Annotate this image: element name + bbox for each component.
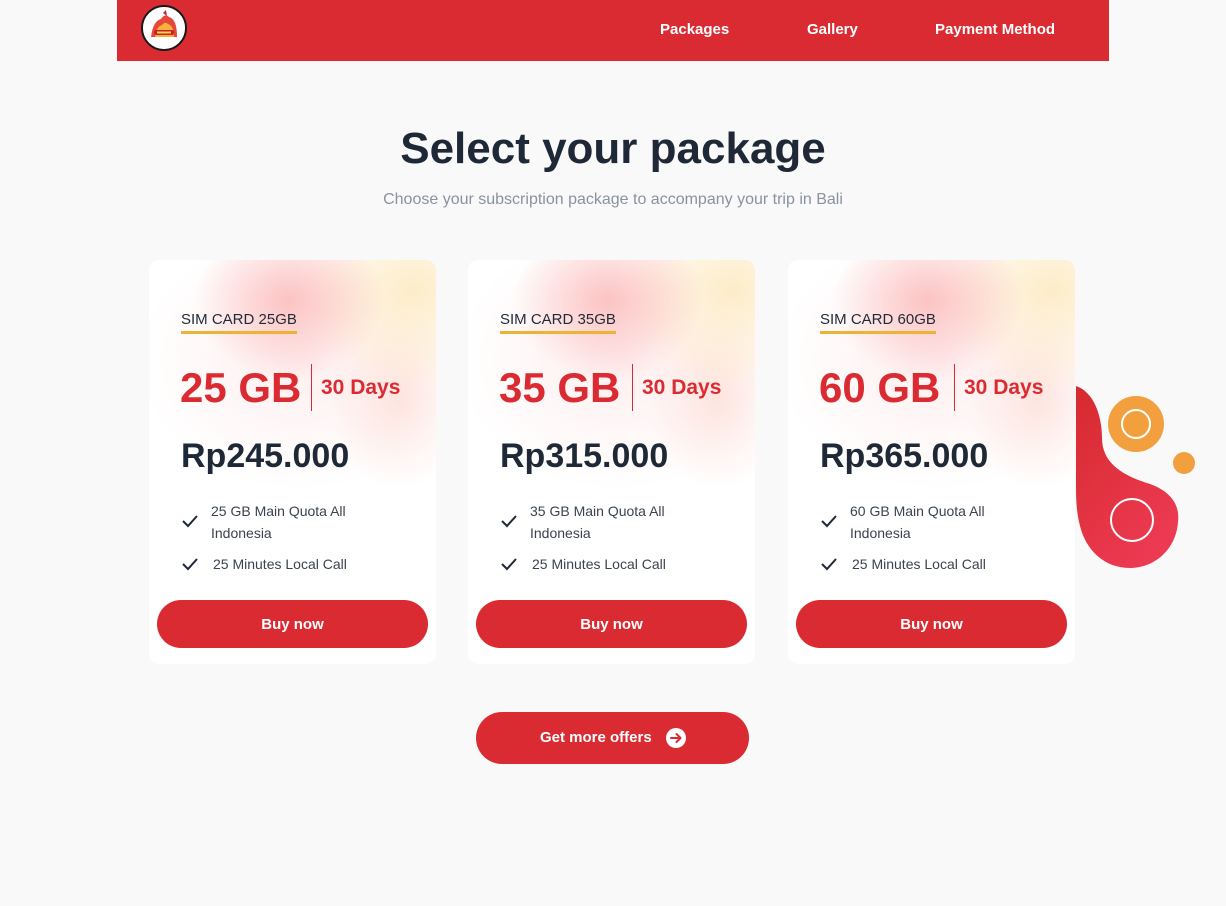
package-quota: 25 GB [180, 364, 302, 411]
get-more-offers-button[interactable]: Get more offers [476, 712, 749, 764]
feature-item: 60 GB Main Quota All Indonesia [820, 500, 1040, 544]
package-card-60gb: SIM CARD 60GB 60 GB 30 Days Rp365.000 60… [788, 260, 1075, 664]
arrow-right-circle-icon [666, 728, 686, 748]
feature-item: 25 Minutes Local Call [181, 553, 401, 575]
orange-dot-decoration [1173, 452, 1195, 474]
feature-text: 25 Minutes Local Call [532, 556, 666, 572]
package-name: SIM CARD 60GB [820, 311, 936, 334]
feature-item: 25 GB Main Quota All Indonesia [181, 500, 401, 544]
package-quota: 60 GB [819, 364, 941, 411]
feature-item: 25 Minutes Local Call [500, 553, 720, 575]
buy-now-button[interactable]: Buy now [476, 600, 747, 648]
page-subtitle: Choose your subscription package to acco… [383, 191, 843, 208]
nav-link-payment-method[interactable]: Payment Method [935, 21, 1055, 39]
package-duration: 30 Days [964, 376, 1044, 399]
package-name: SIM CARD 35GB [500, 311, 616, 334]
check-icon [821, 515, 837, 528]
quota-divider [954, 364, 955, 411]
check-icon [182, 515, 198, 528]
package-duration: 30 Days [642, 376, 722, 399]
quota-divider [311, 364, 312, 411]
nav-link-packages[interactable]: Packages [660, 21, 729, 39]
decorative-blob [1076, 386, 1195, 568]
package-price: Rp315.000 [500, 437, 669, 475]
check-icon [501, 558, 517, 571]
feature-text: 25 Minutes Local Call [852, 556, 986, 572]
nav-link-gallery[interactable]: Gallery [807, 21, 858, 39]
orange-ring-decoration [1108, 396, 1164, 452]
feature-text: 25 GB Main Quota All Indonesia [211, 503, 346, 541]
package-price: Rp245.000 [181, 437, 350, 475]
check-icon [501, 515, 517, 528]
package-card-25gb: SIM CARD 25GB 25 GB 30 Days Rp245.000 25… [149, 260, 436, 664]
buy-now-button[interactable]: Buy now [796, 600, 1067, 648]
check-icon [182, 558, 198, 571]
package-duration: 30 Days [321, 376, 401, 399]
feature-text: 25 Minutes Local Call [213, 556, 347, 572]
package-quota: 35 GB [499, 364, 621, 411]
buy-now-button[interactable]: Buy now [157, 600, 428, 648]
feature-item: 25 Minutes Local Call [820, 553, 1040, 575]
quota-divider [632, 364, 633, 411]
package-name: SIM CARD 25GB [181, 311, 297, 334]
feature-item: 35 GB Main Quota All Indonesia [500, 500, 720, 544]
feature-text: 60 GB Main Quota All Indonesia [850, 503, 985, 541]
top-navbar: Packages Gallery Payment Method [117, 0, 1109, 61]
check-icon [821, 558, 837, 571]
brand-logo[interactable] [141, 5, 187, 51]
feature-text: 35 GB Main Quota All Indonesia [530, 503, 665, 541]
page-title: Select your package [400, 124, 826, 173]
get-more-offers-label: Get more offers [540, 729, 652, 746]
package-price: Rp365.000 [820, 437, 989, 475]
brand-logo-icon [143, 7, 185, 49]
package-card-35gb: SIM CARD 35GB 35 GB 30 Days Rp315.000 35… [468, 260, 755, 664]
